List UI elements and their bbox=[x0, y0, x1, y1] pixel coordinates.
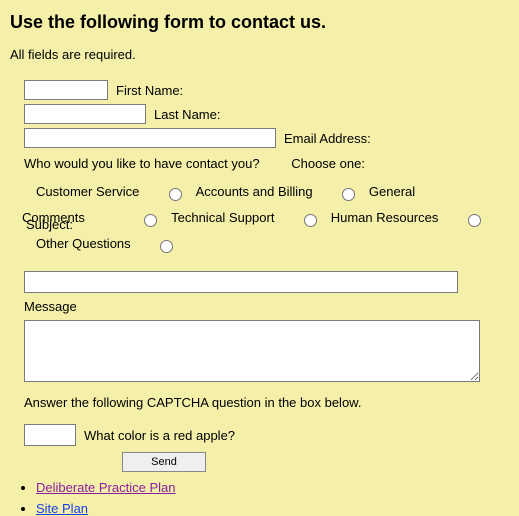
captcha-input[interactable] bbox=[24, 424, 76, 446]
send-button[interactable]: Send bbox=[122, 452, 206, 472]
link-site-plan[interactable]: Site Plan bbox=[36, 501, 88, 516]
message-label: Message bbox=[24, 299, 509, 314]
option-human-resources: Human Resources bbox=[331, 210, 439, 225]
subject-input[interactable] bbox=[24, 271, 458, 293]
radio-other-questions[interactable] bbox=[160, 240, 173, 253]
required-notice: All fields are required. bbox=[10, 47, 509, 62]
option-accounts-billing: Accounts and Billing bbox=[196, 184, 313, 199]
links-list: Deliberate Practice Plan Site Plan bbox=[10, 480, 509, 516]
email-label: Email Address: bbox=[284, 131, 371, 146]
option-customer-service: Customer Service bbox=[36, 184, 139, 199]
radio-customer-service[interactable] bbox=[169, 188, 182, 201]
option-technical-support: Technical Support bbox=[171, 210, 274, 225]
contact-question: Who would you like to have contact you? bbox=[24, 156, 260, 171]
last-name-input[interactable] bbox=[24, 104, 146, 124]
first-name-label: First Name: bbox=[116, 83, 183, 98]
captcha-question: What color is a red apple? bbox=[84, 428, 235, 443]
link-deliberate-practice[interactable]: Deliberate Practice Plan bbox=[36, 480, 175, 495]
email-input[interactable] bbox=[24, 128, 276, 148]
last-name-label: Last Name: bbox=[154, 107, 220, 122]
first-name-input[interactable] bbox=[24, 80, 108, 100]
radio-comments[interactable] bbox=[144, 214, 157, 227]
page-title: Use the following form to contact us. bbox=[10, 12, 509, 33]
option-other-questions: Other Questions bbox=[36, 236, 131, 251]
radio-accounts-billing[interactable] bbox=[342, 188, 355, 201]
choose-one-label: Choose one: bbox=[291, 156, 365, 171]
radio-technical-support[interactable] bbox=[304, 214, 317, 227]
captcha-instruction: Answer the following CAPTCHA question in… bbox=[24, 395, 509, 410]
radio-human-resources[interactable] bbox=[468, 214, 481, 227]
message-textarea[interactable] bbox=[24, 320, 480, 382]
subject-inline-label: Subject: bbox=[26, 212, 73, 238]
option-general: General bbox=[369, 184, 415, 199]
